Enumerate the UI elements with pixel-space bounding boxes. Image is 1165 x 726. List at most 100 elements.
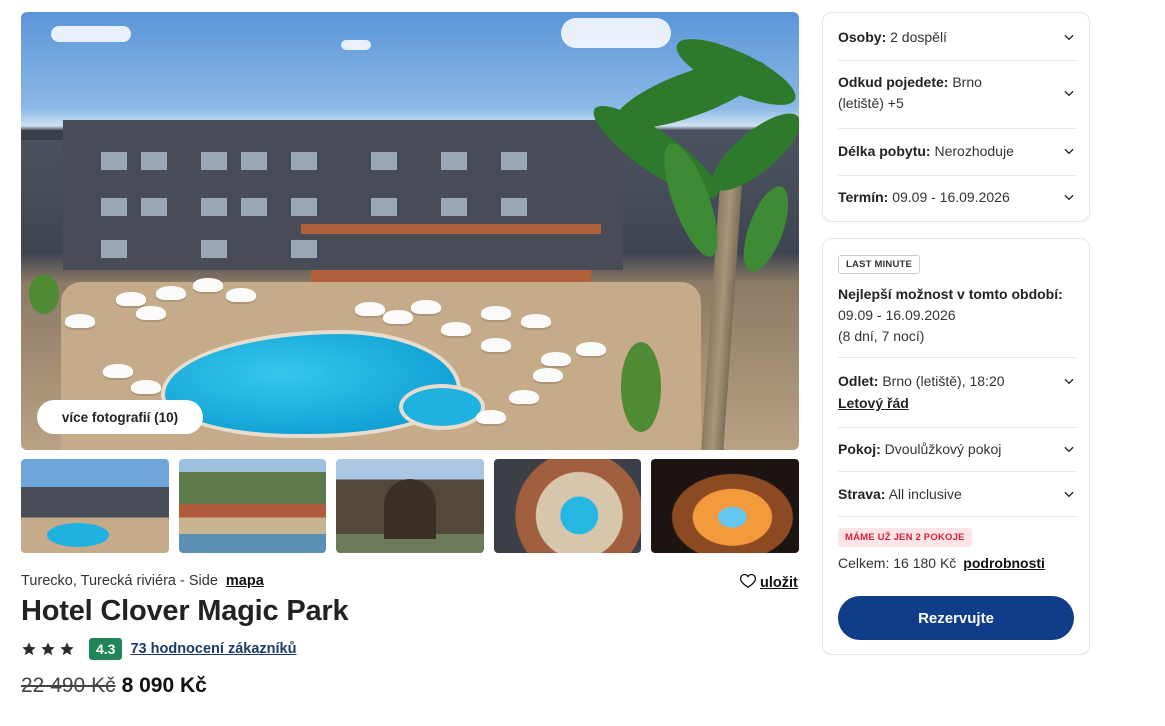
parasol bbox=[481, 338, 511, 352]
window bbox=[441, 198, 467, 216]
chevron-down-icon bbox=[1064, 446, 1074, 453]
window bbox=[241, 198, 267, 216]
chevron-down-icon bbox=[1064, 378, 1074, 385]
window bbox=[291, 152, 317, 170]
window bbox=[241, 152, 267, 170]
flight-timetable-link[interactable]: Letový řád bbox=[838, 395, 909, 411]
parasol bbox=[476, 410, 506, 424]
window bbox=[371, 152, 397, 170]
window bbox=[201, 240, 227, 258]
more-photos-button[interactable]: více fotografií (10) bbox=[37, 400, 203, 434]
window bbox=[291, 240, 317, 258]
best-option-title: Nejlepší možnost v tomto období: bbox=[838, 286, 1063, 302]
window bbox=[101, 198, 127, 216]
location-line: Turecko, Turecká riviéra - Side mapa bbox=[21, 573, 264, 589]
total-price-line: Celkem: 16 180 Kč podrobnosti bbox=[838, 555, 1045, 571]
chevron-down-icon bbox=[1064, 34, 1074, 41]
total-price: Celkem: 16 180 Kč bbox=[838, 555, 957, 571]
persons-select[interactable]: Osoby: 2 dospělí bbox=[838, 27, 1076, 47]
departure-select[interactable]: Odlet: Brno (letiště), 18:20 Letový řád bbox=[838, 370, 1076, 414]
parasol bbox=[541, 352, 571, 366]
window bbox=[201, 152, 227, 170]
parasol bbox=[481, 306, 511, 320]
term-select[interactable]: Termín: 09.09 - 16.09.2026 bbox=[838, 187, 1076, 207]
palm-frond bbox=[734, 180, 798, 278]
shrub bbox=[621, 342, 661, 432]
star-rating bbox=[21, 641, 75, 657]
divider bbox=[838, 128, 1076, 129]
thumbnail-4[interactable] bbox=[493, 459, 642, 553]
thumbnail-strip bbox=[21, 459, 799, 553]
thumbnail-2[interactable] bbox=[178, 459, 327, 553]
rating-score-badge: 4.3 bbox=[89, 638, 123, 660]
stay-length-select[interactable]: Délka pobytu: Nerozhoduje bbox=[838, 141, 1076, 161]
terrace-roof bbox=[301, 224, 601, 234]
parasol bbox=[441, 322, 471, 336]
board-text: Strava: All inclusive bbox=[838, 486, 962, 502]
window bbox=[101, 152, 127, 170]
stay-length-text: Délka pobytu: Nerozhoduje bbox=[838, 143, 1014, 159]
divider bbox=[838, 471, 1076, 472]
parasol bbox=[509, 390, 539, 404]
palm-frond bbox=[701, 101, 799, 203]
save-button[interactable]: uložit bbox=[739, 573, 798, 592]
chevron-down-icon bbox=[1064, 90, 1074, 97]
parasol bbox=[65, 314, 95, 328]
reviews-link[interactable]: 73 hodnocení zákazníků bbox=[130, 641, 296, 657]
thumbnail-1[interactable] bbox=[21, 459, 169, 553]
main-hotel-photo[interactable] bbox=[21, 12, 799, 450]
divider bbox=[838, 175, 1076, 176]
window bbox=[291, 198, 317, 216]
rooms-left-badge: MÁME UŽ JEN 2 POKOJE bbox=[838, 528, 972, 547]
parasol bbox=[533, 368, 563, 382]
reserve-button[interactable]: Rezervujte bbox=[838, 596, 1074, 640]
departure-city-text: Odkud pojedete: Brno (letiště) +5 bbox=[838, 74, 982, 111]
parasol bbox=[355, 302, 385, 316]
divider bbox=[838, 427, 1076, 428]
cloud bbox=[51, 26, 131, 42]
hotel-name: Hotel Clover Magic Park bbox=[21, 595, 349, 627]
window bbox=[501, 152, 527, 170]
departure-city-select[interactable]: Odkud pojedete: Brno (letiště) +5 bbox=[838, 71, 1076, 115]
window bbox=[371, 198, 397, 216]
window bbox=[201, 198, 227, 216]
last-minute-badge: LAST MINUTE bbox=[838, 255, 921, 274]
offer-card: LAST MINUTE Nejlepší možnost v tomto obd… bbox=[822, 238, 1090, 655]
parasol bbox=[136, 306, 166, 320]
thumbnail-5[interactable] bbox=[651, 459, 799, 553]
discounted-price: 8 090 Kč bbox=[121, 674, 207, 697]
room-select[interactable]: Pokoj: Dvoulůžkový pokoj bbox=[838, 439, 1076, 459]
best-option: Nejlepší možnost v tomto období: 09.09 -… bbox=[838, 284, 1063, 347]
details-link[interactable]: podrobnosti bbox=[963, 555, 1045, 571]
original-price: 22 490 Kč bbox=[21, 674, 116, 697]
window bbox=[101, 240, 127, 258]
parasol bbox=[131, 380, 161, 394]
parasol bbox=[156, 286, 186, 300]
parasol bbox=[226, 288, 256, 302]
price-row: 22 490 Kč 8 090 Kč bbox=[21, 674, 207, 698]
room-text: Pokoj: Dvoulůžkový pokoj bbox=[838, 441, 1002, 457]
window bbox=[501, 198, 527, 216]
map-link[interactable]: mapa bbox=[226, 573, 264, 589]
parasol bbox=[193, 278, 223, 292]
best-option-length: (8 dní, 7 nocí) bbox=[838, 328, 925, 344]
hotel-building bbox=[63, 120, 623, 270]
divider bbox=[838, 516, 1076, 517]
chevron-down-icon bbox=[1064, 491, 1074, 498]
parasol bbox=[116, 292, 146, 306]
thumbnail-3[interactable] bbox=[336, 459, 484, 553]
parasol bbox=[383, 310, 413, 324]
chevron-down-icon bbox=[1064, 148, 1074, 155]
cloud bbox=[341, 40, 371, 50]
board-select[interactable]: Strava: All inclusive bbox=[838, 484, 1076, 504]
shrub bbox=[29, 274, 59, 314]
parasol bbox=[411, 300, 441, 314]
window bbox=[141, 198, 167, 216]
search-parameters-card: Osoby: 2 dospělí Odkud pojedete: Brno (le… bbox=[822, 12, 1090, 222]
heart-icon bbox=[739, 573, 757, 592]
location-text: Turecko, Turecká riviéra - Side bbox=[21, 573, 218, 589]
parasol bbox=[521, 314, 551, 328]
window bbox=[441, 152, 467, 170]
term-text: Termín: 09.09 - 16.09.2026 bbox=[838, 189, 1010, 205]
parasol bbox=[576, 342, 606, 356]
